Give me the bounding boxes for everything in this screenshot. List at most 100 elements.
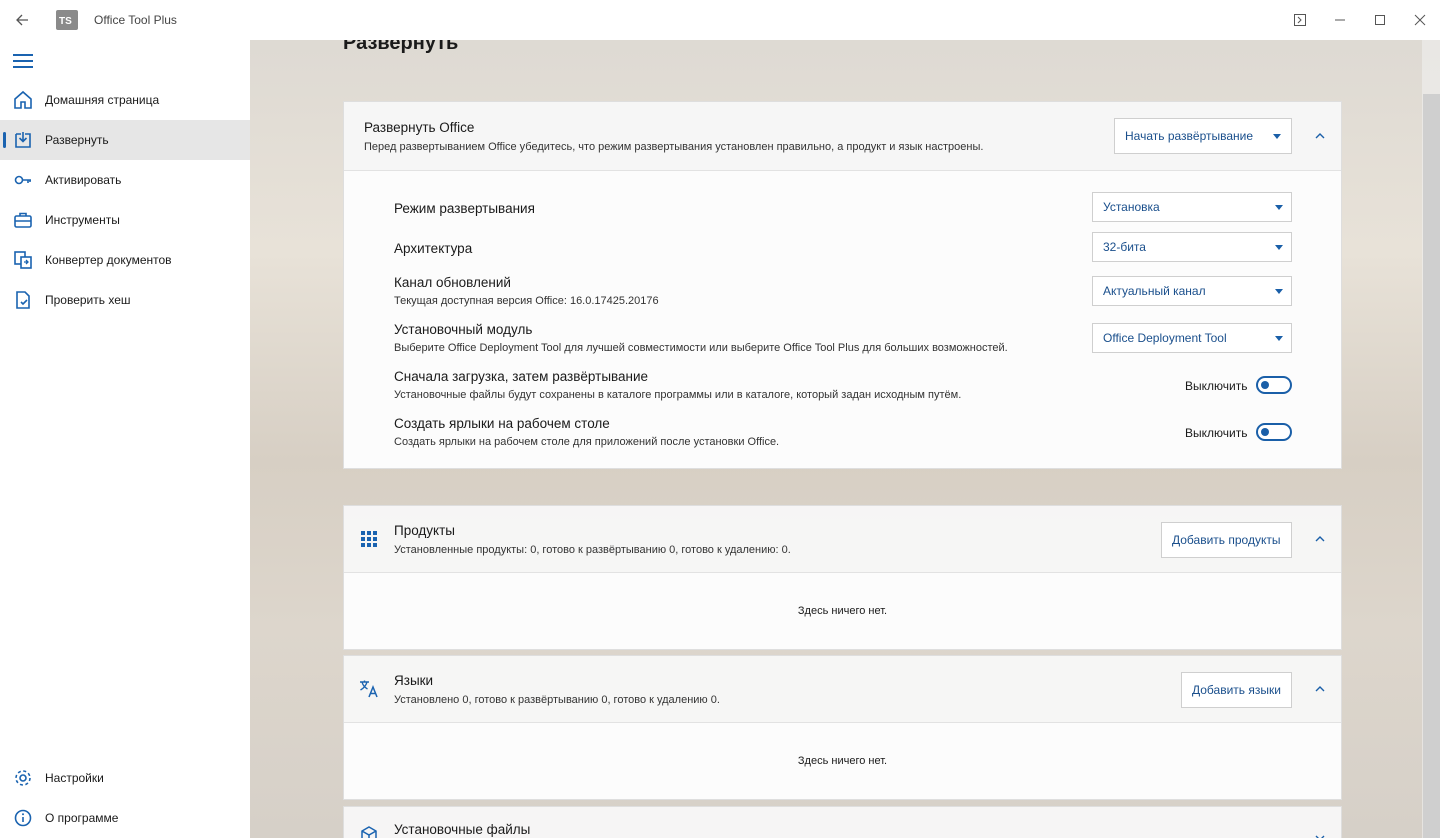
toolbox-icon — [12, 209, 34, 231]
sidebar-item-about[interactable]: О программе — [0, 798, 250, 838]
chevron-up-icon[interactable] — [1313, 532, 1327, 546]
minimize-icon — [1335, 19, 1345, 21]
sidebar-item-label: Настройки — [45, 771, 104, 785]
add-products-button[interactable]: Добавить продукты — [1161, 522, 1292, 558]
convert-icon — [12, 249, 34, 271]
chevron-down-icon — [1275, 245, 1283, 250]
sidebar-item-label: О программе — [45, 811, 119, 825]
chevron-down-icon[interactable] — [1313, 831, 1327, 838]
main-content: Развернуть Развернуть Office Перед разве… — [250, 40, 1440, 838]
sidebar-item-doc-converter[interactable]: Конвертер документов — [0, 240, 250, 280]
deploy-icon — [12, 129, 34, 151]
hamburger-menu-icon[interactable] — [13, 54, 33, 68]
deploy-mode-row: Режим развертывания — [394, 201, 535, 216]
sidebar-item-activate[interactable]: Активировать — [0, 160, 250, 200]
products-card: Продукты Установленные продукты: 0, гото… — [343, 505, 1342, 650]
chevron-down-icon — [1275, 336, 1283, 341]
chevron-down-icon — [1275, 289, 1283, 294]
shortcuts-toggle-label: Выключить — [1185, 426, 1248, 440]
shortcuts-row: Создать ярлыки на рабочем столе Создать … — [394, 416, 779, 448]
chevron-up-icon[interactable] — [1313, 682, 1327, 696]
translate-icon — [360, 680, 378, 698]
scrollbar-thumb[interactable] — [1423, 94, 1440, 838]
products-list: Здесь ничего нет. — [344, 572, 1341, 649]
chevron-up-icon[interactable] — [1313, 129, 1327, 143]
install-files-header[interactable]: Установочные файлы — [344, 807, 1341, 838]
close-icon — [1414, 14, 1426, 26]
info-icon — [12, 807, 34, 829]
svg-text:TS: TS — [59, 16, 72, 27]
package-icon — [361, 826, 377, 838]
shortcuts-sub: Создать ярлыки на рабочем столе для прил… — [394, 436, 780, 448]
install-module-label: Установочный модуль — [394, 322, 533, 337]
update-channel-label: Канал обновлений — [394, 275, 511, 290]
update-channel-select[interactable]: Актуальный канал — [1092, 276, 1292, 306]
sidebar-item-label: Инструменты — [45, 213, 120, 227]
architecture-select[interactable]: 32-бита — [1092, 232, 1292, 262]
languages-subtitle: Установлено 0, готово к развёртыванию 0,… — [394, 694, 720, 706]
page-title: Развернуть — [343, 40, 459, 54]
install-files-title: Установочные файлы — [394, 822, 531, 837]
window-title: Office Tool Plus — [94, 13, 177, 27]
install-module-value: Office Deployment Tool — [1103, 331, 1227, 345]
sidebar: Домашняя страница Развернуть Активироват… — [0, 40, 250, 838]
back-arrow-icon — [16, 14, 28, 26]
back-button[interactable] — [2, 0, 42, 40]
title-bar: TS Office Tool Plus — [0, 0, 1440, 40]
deploy-office-subtitle: Перед развертыванием Office убедитесь, ч… — [364, 141, 984, 153]
download-first-sub: Установочные файлы будут сохранены в кат… — [394, 389, 962, 401]
install-module-sub: Выберите Office Deployment Tool для лучш… — [394, 342, 1008, 354]
minimize-button[interactable] — [1320, 0, 1360, 40]
compact-overlay-icon — [1294, 14, 1306, 26]
deploy-office-header[interactable]: Развернуть Office Перед развертыванием O… — [344, 102, 1341, 170]
install-module-select[interactable]: Office Deployment Tool — [1092, 323, 1292, 353]
sidebar-item-hash-check[interactable]: Проверить хеш — [0, 280, 250, 320]
sidebar-item-settings[interactable]: Настройки — [0, 758, 250, 798]
install-module-row: Установочный модуль Выберите Office Depl… — [394, 322, 1008, 354]
languages-empty-text: Здесь ничего нет. — [797, 755, 888, 767]
languages-title: Языки — [394, 673, 434, 688]
update-channel-value: Актуальный канал — [1103, 284, 1206, 298]
maximize-button[interactable] — [1360, 0, 1400, 40]
products-empty-text: Здесь ничего нет. — [797, 605, 888, 617]
chevron-down-icon — [1275, 205, 1283, 210]
download-first-toggle[interactable] — [1256, 376, 1292, 394]
update-channel-sub: Текущая доступная версия Office: 16.0.17… — [394, 295, 659, 307]
deploy-mode-select[interactable]: Установка — [1092, 192, 1292, 222]
architecture-label: Архитектура — [394, 241, 473, 256]
add-languages-button[interactable]: Добавить языки — [1181, 672, 1292, 708]
languages-header[interactable]: Языки Установлено 0, готово к развёртыва… — [344, 656, 1341, 724]
key-icon — [12, 169, 34, 191]
download-first-label: Сначала загрузка, затем развёртывание — [394, 369, 649, 384]
sidebar-item-tools[interactable]: Инструменты — [0, 200, 250, 240]
home-icon — [12, 89, 34, 111]
languages-card: Языки Установлено 0, готово к развёртыва… — [343, 655, 1342, 800]
app-logo-icon: TS — [56, 10, 78, 30]
grid-apps-icon — [361, 531, 377, 547]
architecture-row: Архитектура — [394, 241, 472, 256]
compact-mode-button[interactable] — [1280, 0, 1320, 40]
update-channel-row: Канал обновлений Текущая доступная верси… — [394, 275, 659, 307]
architecture-value: 32-бита — [1103, 240, 1146, 254]
sidebar-item-label: Домашняя страница — [45, 93, 160, 107]
deploy-options: Режим развертывания Установка Архитектур… — [344, 170, 1341, 468]
add-languages-label: Добавить языки — [1192, 683, 1281, 697]
hash-check-icon — [12, 289, 34, 311]
deploy-office-title: Развернуть Office — [364, 120, 475, 135]
deploy-mode-label: Режим развертывания — [394, 201, 535, 216]
sidebar-item-deploy[interactable]: Развернуть — [0, 120, 250, 160]
shortcuts-toggle[interactable] — [1256, 423, 1292, 441]
close-button[interactable] — [1400, 0, 1440, 40]
gear-icon — [12, 767, 34, 789]
sidebar-item-label: Конвертер документов — [45, 253, 172, 267]
deploy-office-card: Развернуть Office Перед развертыванием O… — [343, 101, 1342, 469]
products-header[interactable]: Продукты Установленные продукты: 0, гото… — [344, 506, 1341, 574]
download-first-row: Сначала загрузка, затем развёртывание Ус… — [394, 369, 961, 401]
add-products-label: Добавить продукты — [1172, 533, 1281, 547]
sidebar-item-label: Активировать — [45, 173, 122, 187]
start-deploy-button[interactable]: Начать развёртывание — [1114, 118, 1292, 154]
products-subtitle: Установленные продукты: 0, готово к разв… — [394, 544, 791, 556]
languages-list: Здесь ничего нет. — [344, 722, 1341, 799]
install-files-card: Установочные файлы — [343, 806, 1342, 838]
sidebar-item-home[interactable]: Домашняя страница — [0, 80, 250, 120]
